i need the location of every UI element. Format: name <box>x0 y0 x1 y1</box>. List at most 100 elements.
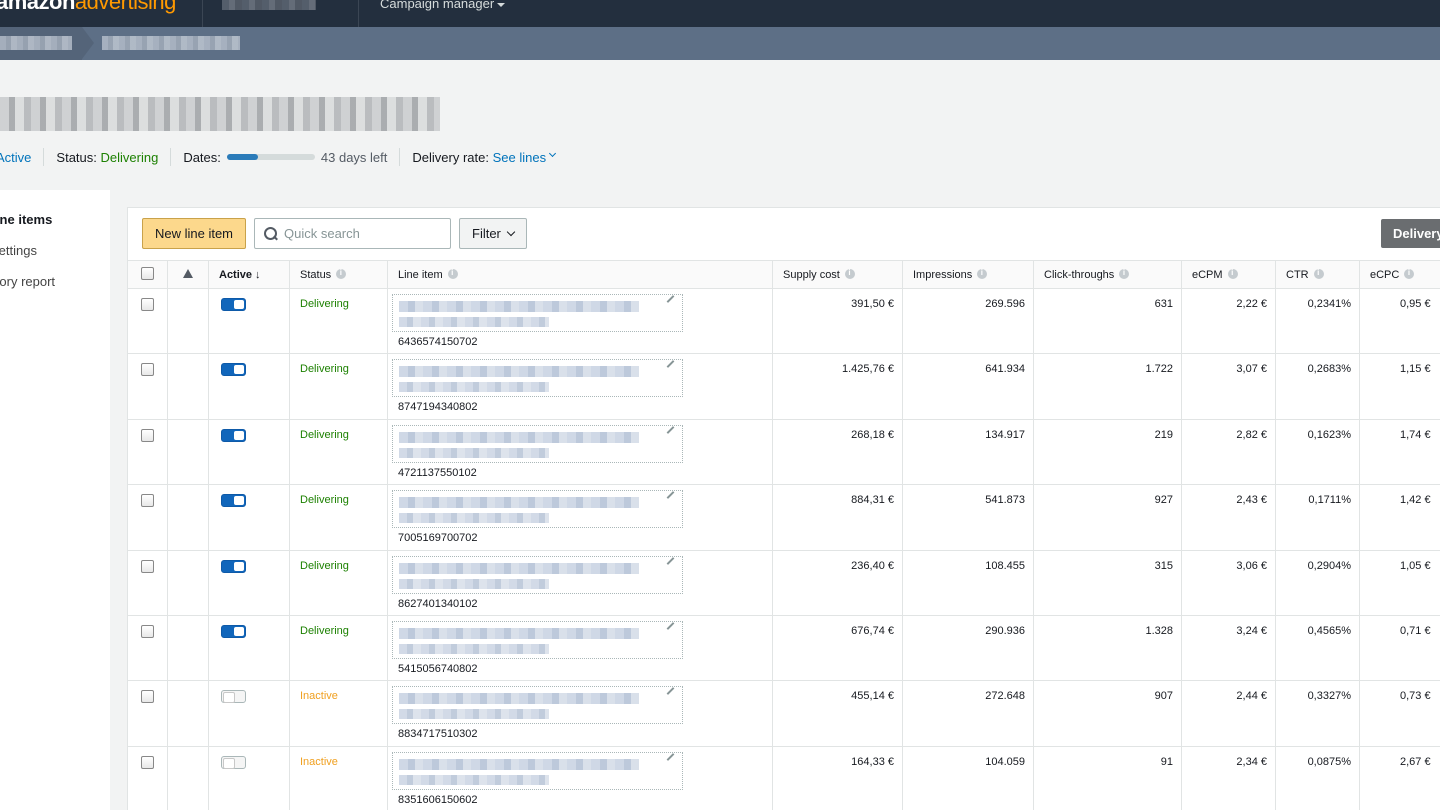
pencil-icon[interactable] <box>666 491 675 500</box>
table-row[interactable]: Delivering 5415056740802 676,74 €290.936 1.… <box>127 614 1440 682</box>
active-toggle[interactable] <box>221 428 246 442</box>
line-item-name-field[interactable] <box>392 686 683 725</box>
table-row[interactable]: Delivering 8627401340102 236,40 €108.455 31… <box>127 549 1440 616</box>
pencil-icon[interactable] <box>666 556 675 565</box>
line-item-name-field[interactable] <box>392 751 683 790</box>
campaign-manager-menu[interactable]: Campaign manager <box>380 0 506 11</box>
row-alert-cell <box>167 484 209 551</box>
ecpc-cell: 2,67 € <box>1359 745 1440 810</box>
pencil-icon[interactable] <box>666 425 675 434</box>
active-toggle[interactable] <box>221 690 246 704</box>
see-lines-link[interactable]: See lines <box>493 150 546 165</box>
line-item-name-field[interactable] <box>392 359 683 398</box>
row-alert-cell <box>167 614 209 682</box>
table-row[interactable]: Delivering 8747194340802 1.425,76 €641.934… <box>127 353 1440 420</box>
row-checkbox[interactable] <box>141 690 154 704</box>
info-icon[interactable] <box>844 268 855 279</box>
column-header-status[interactable]: Status <box>289 260 388 289</box>
info-icon[interactable] <box>1313 268 1324 279</box>
impressions-cell: 272.648 <box>902 680 1034 747</box>
column-header-impressions[interactable]: Impressions <box>902 260 1034 289</box>
column-header-ctr[interactable]: CTR <box>1275 260 1360 289</box>
ecpm-cell: 3,07 € <box>1181 353 1276 420</box>
status-cell: Delivering <box>289 549 388 616</box>
line-item-name-field[interactable] <box>392 555 683 594</box>
line-item-id: 4721137550102 <box>398 466 477 479</box>
info-icon[interactable] <box>1227 268 1238 279</box>
info-icon[interactable] <box>447 268 458 279</box>
row-checkbox[interactable] <box>141 298 154 311</box>
pencil-icon[interactable] <box>666 687 675 696</box>
row-alert-cell <box>167 745 209 810</box>
column-header-ecpm[interactable]: eCPM <box>1181 260 1276 289</box>
table-row[interactable]: Delivering 6436574150702 391,50 €269.596 63… <box>127 287 1440 355</box>
line-item-name-field[interactable] <box>392 424 683 463</box>
breadcrumb <box>0 27 1440 60</box>
active-toggle[interactable] <box>221 494 246 508</box>
pencil-icon[interactable] <box>666 622 675 630</box>
line-item-name-blurred <box>399 317 549 327</box>
line-item-name-blurred <box>399 578 549 589</box>
active-toggle[interactable] <box>221 755 246 769</box>
delivery-button[interactable]: Delivery <box>1381 219 1440 248</box>
new-line-item-button[interactable]: New line item <box>142 218 246 249</box>
info-icon[interactable] <box>336 268 347 279</box>
top-nav: amazonadvertising Campaign manager <box>0 0 1440 27</box>
row-checkbox[interactable] <box>141 559 154 573</box>
row-checkbox[interactable] <box>141 363 154 377</box>
column-header-line-item[interactable]: Line item <box>387 260 773 289</box>
quick-search[interactable] <box>254 218 451 249</box>
active-toggle[interactable] <box>221 559 246 573</box>
table-header-row: Active↓ Status Line item Supply cost Imp… <box>127 260 1440 289</box>
active-cell <box>208 614 290 682</box>
table-row[interactable]: Inactive 8351606150602 164,33 €104.059 91 2,… <box>127 745 1440 810</box>
select-all-checkbox[interactable] <box>141 266 154 280</box>
table-row[interactable]: Inactive 8834717510302 455,14 €272.648 907 2… <box>127 680 1440 747</box>
info-icon[interactable] <box>977 268 988 279</box>
breadcrumb-item-advertiser[interactable] <box>0 27 82 60</box>
row-checkbox[interactable] <box>141 755 154 769</box>
ctr-cell: 0,3327% <box>1275 680 1360 747</box>
ecpm-cell: 2,44 € <box>1181 680 1276 747</box>
pencil-icon[interactable] <box>666 360 675 369</box>
active-toggle[interactable] <box>221 298 246 311</box>
pencil-icon[interactable] <box>666 295 675 303</box>
row-checkbox[interactable] <box>141 428 154 442</box>
amazon-advertising-logo[interactable]: amazonadvertising <box>0 0 176 13</box>
active-toggle[interactable] <box>221 363 246 377</box>
table-row[interactable]: Delivering 7005169700702 884,31 €541.873 92… <box>127 484 1440 551</box>
nav-divider <box>358 0 359 27</box>
line-item-name-field[interactable] <box>392 490 683 529</box>
table-row[interactable]: Delivering 4721137550102 268,18 €134.917 21… <box>127 418 1440 486</box>
click-throughs-cell: 1.722 <box>1033 353 1182 420</box>
line-item-name-blurred <box>399 497 639 509</box>
column-header-supply-cost[interactable]: Supply cost <box>772 260 903 289</box>
active-cell <box>208 287 290 355</box>
divider <box>170 148 172 166</box>
column-header-click-throughs[interactable]: Click-throughs <box>1033 260 1182 289</box>
line-item-cell: 8834717510302 <box>387 680 773 747</box>
leftnav-item-settings[interactable]: Settings <box>0 243 37 258</box>
state-link[interactable]: Active <box>0 150 31 165</box>
leftnav-item-inventory-report[interactable]: Inventory report <box>0 274 55 289</box>
status-badge: Delivering <box>300 494 349 507</box>
line-item-name-field[interactable] <box>392 620 683 659</box>
row-checkbox[interactable] <box>141 494 154 508</box>
breadcrumb-item-order-blurred[interactable] <box>102 36 240 50</box>
pencil-icon[interactable] <box>666 752 675 761</box>
active-cell <box>208 745 290 810</box>
info-icon[interactable] <box>1404 268 1415 279</box>
line-item-name-blurred <box>399 758 639 770</box>
filter-button[interactable]: Filter <box>459 218 527 249</box>
search-input[interactable] <box>284 226 444 241</box>
leftnav-item-line-items[interactable]: Line items <box>0 212 52 227</box>
column-header-active[interactable]: Active ↓ <box>208 260 290 289</box>
account-selector-blurred[interactable] <box>222 0 316 10</box>
line-item-name-field[interactable] <box>392 294 683 332</box>
info-icon[interactable] <box>1119 268 1130 279</box>
row-alert-cell <box>167 418 209 486</box>
row-checkbox[interactable] <box>141 624 154 638</box>
active-toggle[interactable] <box>221 624 246 638</box>
column-header-ecpc[interactable]: eCPC <box>1359 260 1440 289</box>
line-item-id: 5415056740802 <box>398 662 478 675</box>
